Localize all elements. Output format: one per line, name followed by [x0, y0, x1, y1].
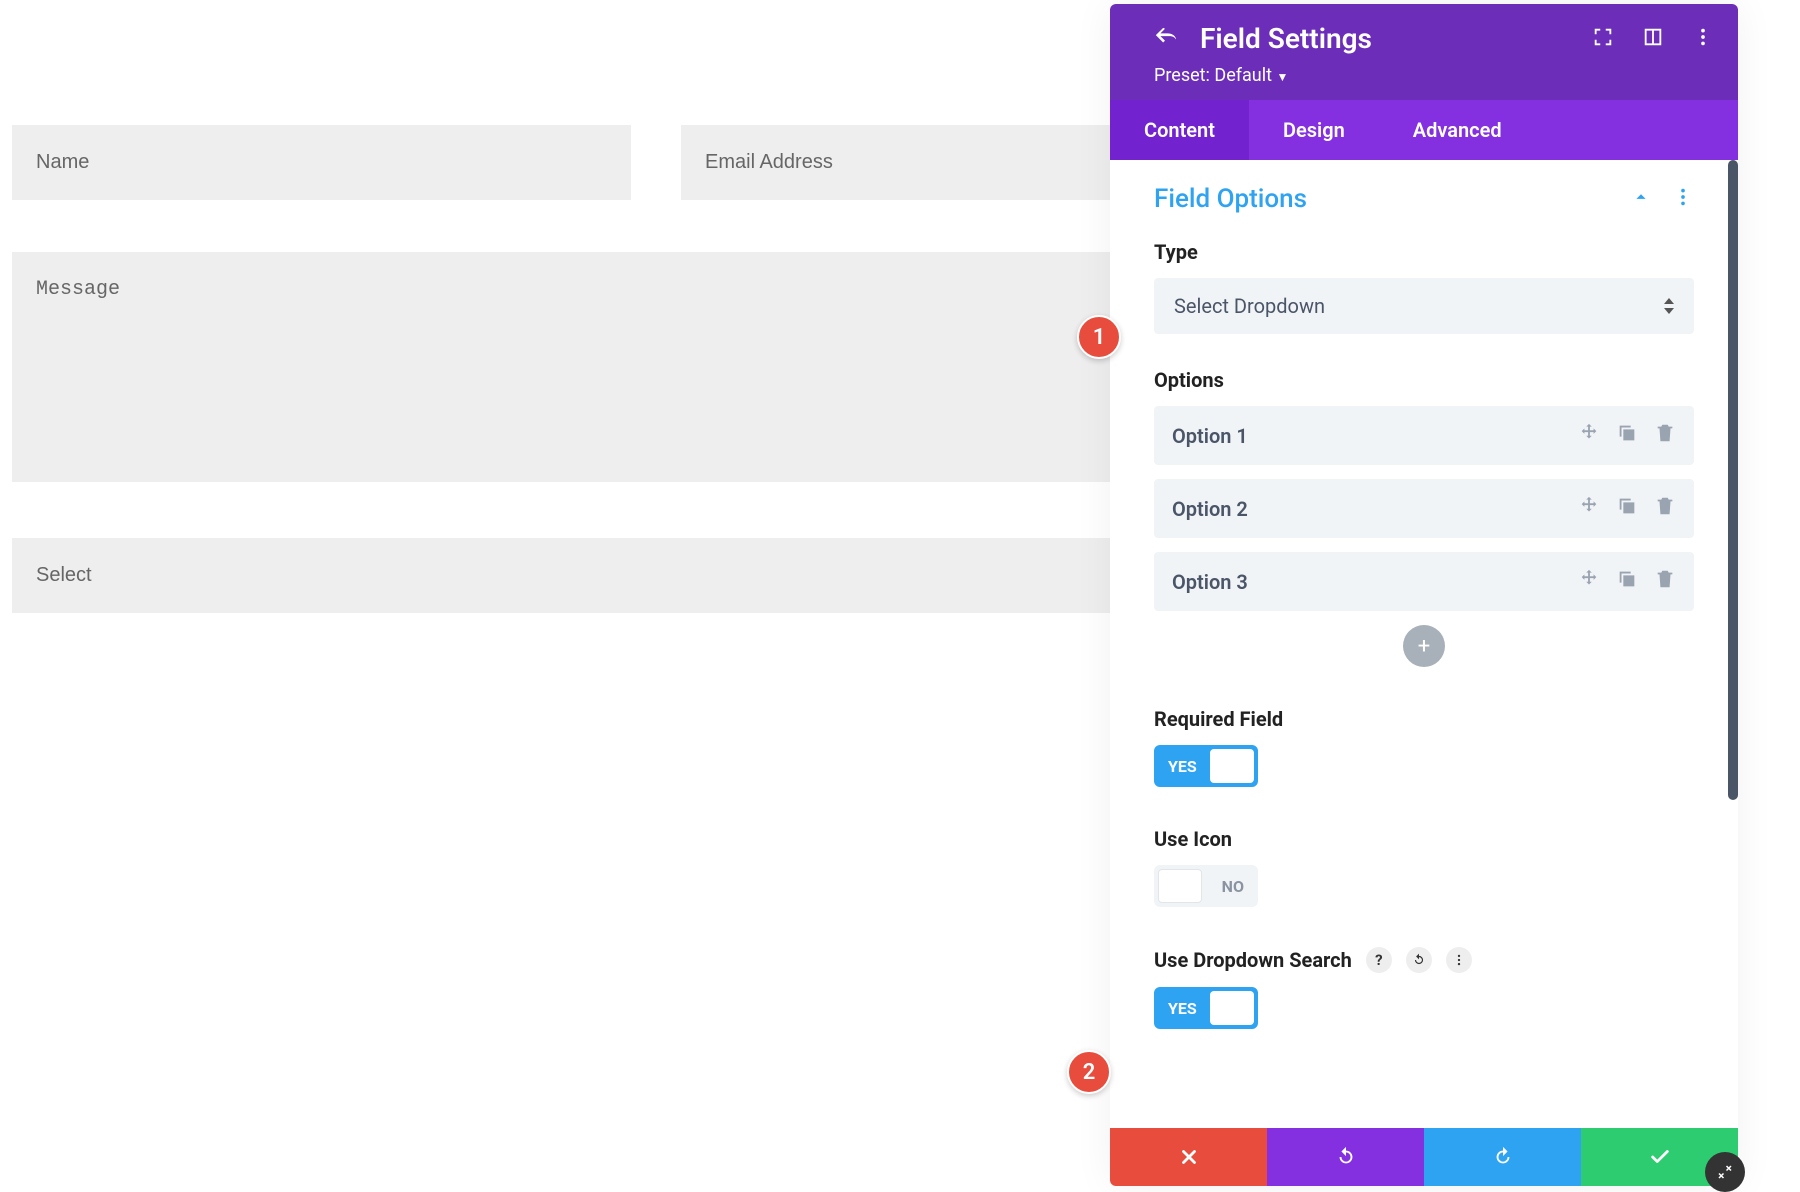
panel-body: Field Options Type Select Dropdown Optio…: [1110, 160, 1738, 1128]
columns-icon[interactable]: [1642, 26, 1664, 52]
type-select[interactable]: Select Dropdown: [1154, 278, 1694, 334]
name-input[interactable]: [12, 125, 631, 200]
move-icon[interactable]: [1578, 422, 1600, 449]
option-row[interactable]: Option 2: [1154, 479, 1694, 538]
undo-button[interactable]: [1267, 1128, 1424, 1186]
section-more-icon[interactable]: [1672, 186, 1694, 212]
move-icon[interactable]: [1578, 495, 1600, 522]
panel-footer: [1110, 1128, 1738, 1186]
delete-icon[interactable]: [1654, 495, 1676, 522]
use-icon-toggle[interactable]: NO: [1154, 865, 1258, 907]
required-field-label: Required Field: [1154, 707, 1694, 731]
section-field-options[interactable]: Field Options: [1154, 184, 1630, 214]
options-label: Options: [1154, 368, 1694, 392]
help-icon[interactable]: ?: [1366, 947, 1392, 973]
use-dropdown-search-toggle[interactable]: YES: [1154, 987, 1258, 1029]
move-icon[interactable]: [1578, 568, 1600, 595]
option-more-icon[interactable]: [1446, 947, 1472, 973]
duplicate-icon[interactable]: [1616, 568, 1638, 595]
duplicate-icon[interactable]: [1616, 495, 1638, 522]
type-label: Type: [1154, 240, 1694, 264]
delete-icon[interactable]: [1654, 568, 1676, 595]
panel-title: Field Settings: [1200, 22, 1592, 55]
back-icon[interactable]: [1154, 26, 1176, 52]
delete-icon[interactable]: [1654, 422, 1676, 449]
preset-selector[interactable]: Preset: Default ▼: [1154, 65, 1714, 86]
duplicate-icon[interactable]: [1616, 422, 1638, 449]
callout-badge-1: 1: [1077, 315, 1121, 359]
reset-icon[interactable]: [1406, 947, 1432, 973]
use-dropdown-search-label: Use Dropdown Search ?: [1154, 947, 1694, 973]
select-dropdown-preview[interactable]: [12, 538, 1300, 613]
form-preview: [12, 125, 1300, 613]
field-settings-panel: Field Settings Preset: Default ▼ Content…: [1110, 4, 1738, 1186]
sort-icon: [1664, 298, 1674, 314]
use-icon-label: Use Icon: [1154, 827, 1694, 851]
callout-badge-2: 2: [1067, 1050, 1111, 1094]
tab-advanced[interactable]: Advanced: [1379, 100, 1536, 160]
option-row[interactable]: Option 3: [1154, 552, 1694, 611]
more-icon[interactable]: [1692, 26, 1714, 52]
panel-tabs: Content Design Advanced: [1110, 100, 1738, 160]
message-textarea[interactable]: [12, 252, 1300, 482]
redo-button[interactable]: [1424, 1128, 1581, 1186]
scrollbar[interactable]: [1728, 160, 1738, 800]
required-field-toggle[interactable]: YES: [1154, 745, 1258, 787]
option-row[interactable]: Option 1: [1154, 406, 1694, 465]
add-option-button[interactable]: +: [1403, 625, 1445, 667]
panel-header: Field Settings Preset: Default ▼: [1110, 4, 1738, 100]
resize-handle-icon[interactable]: [1705, 1152, 1745, 1192]
expand-icon[interactable]: [1592, 26, 1614, 52]
tab-content[interactable]: Content: [1110, 100, 1249, 160]
collapse-icon[interactable]: [1630, 186, 1652, 212]
tab-design[interactable]: Design: [1249, 100, 1379, 160]
cancel-button[interactable]: [1110, 1128, 1267, 1186]
